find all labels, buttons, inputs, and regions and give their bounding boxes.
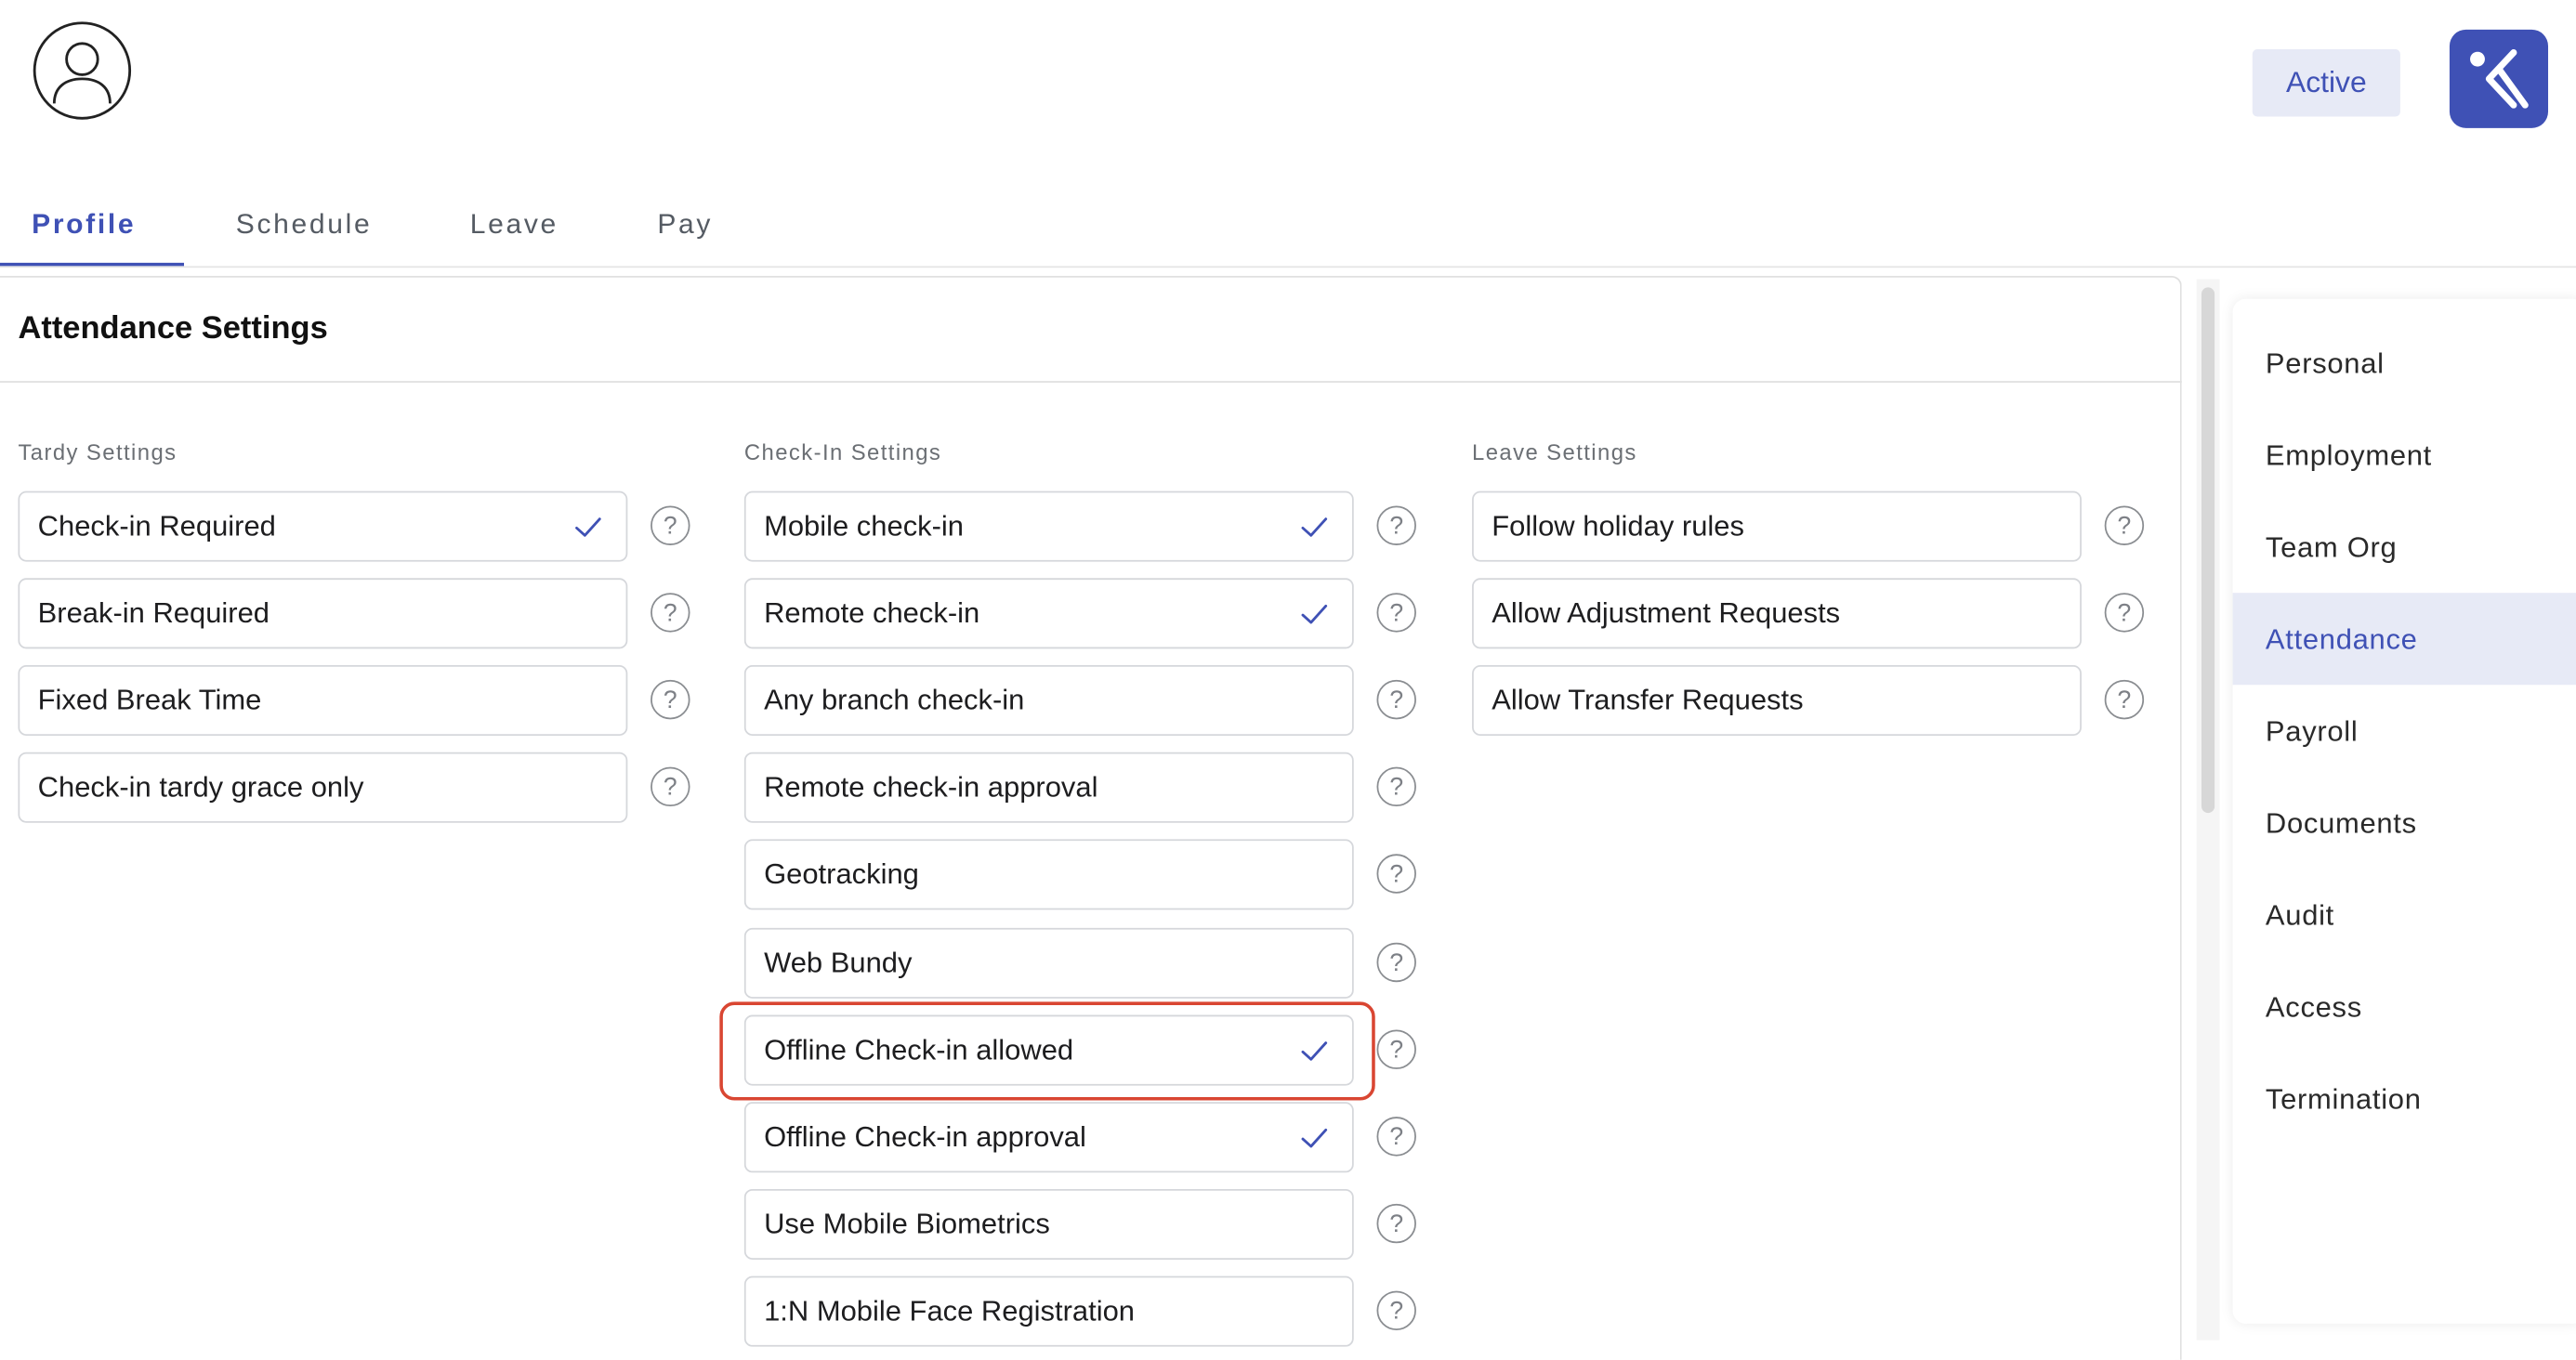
setting-label: Web Bundy <box>764 946 913 979</box>
tardy-setting-field[interactable]: Check-in tardy grace only <box>18 752 628 823</box>
tab-schedule[interactable]: Schedule <box>220 184 388 266</box>
help-icon[interactable]: ? <box>2104 679 2145 720</box>
checkin-settings-title: Check-In Settings <box>743 439 942 465</box>
setting-label: Offline Check-in approval <box>764 1119 1086 1154</box>
checkin-setting-field[interactable]: Offline Check-in approval <box>743 1102 1354 1173</box>
tab-leave[interactable]: Leave <box>453 184 575 266</box>
checkin-setting-field[interactable]: Offline Check-in allowed <box>743 1014 1354 1086</box>
sidebar-item-audit[interactable]: Audit <box>2233 869 2576 961</box>
status-badge: Active <box>2252 49 2400 117</box>
help-icon[interactable]: ? <box>651 505 690 545</box>
leave-settings-title: Leave Settings <box>1472 439 1637 465</box>
help-icon[interactable]: ? <box>1376 1290 1416 1330</box>
checkin-setting-field[interactable]: Remote check-in <box>743 578 1354 649</box>
help-icon[interactable]: ? <box>1376 505 1416 545</box>
sidebar-item-personal[interactable]: Personal <box>2233 317 2576 409</box>
setting-label: Use Mobile Biometrics <box>764 1207 1050 1240</box>
setting-label: Remote check-in <box>764 595 980 630</box>
checkin-setting-field[interactable]: Mobile check-in <box>743 490 1354 562</box>
help-icon[interactable]: ? <box>651 593 690 633</box>
checkin-setting-field[interactable]: Remote check-in approval <box>743 752 1354 823</box>
setting-label: Remote check-in approval <box>764 770 1098 804</box>
help-icon[interactable]: ? <box>1376 854 1416 894</box>
setting-label: Fixed Break Time <box>37 683 262 716</box>
checkin-setting-field[interactable]: Geotracking <box>743 839 1354 910</box>
tabs-divider <box>0 266 2576 268</box>
leave-setting-field[interactable]: Follow holiday rules <box>1472 490 2082 562</box>
tardy-settings-title: Tardy Settings <box>18 439 177 465</box>
user-avatar-icon[interactable] <box>33 21 132 120</box>
help-icon[interactable]: ? <box>1376 1203 1416 1244</box>
help-icon[interactable]: ? <box>1376 679 1416 720</box>
help-icon[interactable]: ? <box>1376 942 1416 983</box>
sidebar-item-termination[interactable]: Termination <box>2233 1053 2576 1144</box>
help-icon[interactable]: ? <box>1376 593 1416 633</box>
help-icon[interactable]: ? <box>651 766 690 807</box>
sidebar-item-employment[interactable]: Employment <box>2233 409 2576 501</box>
setting-label: Allow Adjustment Requests <box>1492 595 1841 630</box>
sidebar-item-access[interactable]: Access <box>2233 961 2576 1053</box>
setting-label: Check-in Required <box>37 509 276 543</box>
leave-setting-field[interactable]: Allow Adjustment Requests <box>1472 578 2082 649</box>
help-icon[interactable]: ? <box>651 679 690 720</box>
card-divider <box>0 381 2182 383</box>
checkmark-icon <box>1296 595 1333 632</box>
checkmark-icon <box>570 508 606 544</box>
leave-setting-field[interactable]: Allow Transfer Requests <box>1472 664 2082 737</box>
help-icon[interactable]: ? <box>1376 766 1416 807</box>
page-title: Attendance Settings <box>18 310 328 347</box>
checkmark-icon <box>1296 508 1333 544</box>
help-icon[interactable]: ? <box>2104 505 2145 545</box>
setting-label: Follow holiday rules <box>1492 509 1744 543</box>
checkmark-icon <box>1296 1119 1333 1156</box>
help-icon[interactable]: ? <box>1376 1117 1416 1157</box>
tab-profile[interactable]: Profile <box>0 184 167 266</box>
page-stage: Active Profile Schedule Leave Pay Attend… <box>0 0 2576 1360</box>
help-icon[interactable]: ? <box>1376 1029 1416 1069</box>
tardy-setting-field[interactable]: Break-in Required <box>18 578 628 649</box>
setting-label: Offline Check-in allowed <box>764 1033 1074 1066</box>
checkin-setting-field[interactable]: Use Mobile Biometrics <box>743 1188 1354 1260</box>
tab-pay[interactable]: Pay <box>644 184 726 266</box>
help-icon[interactable]: ? <box>2104 593 2145 633</box>
setting-label: Check-in tardy grace only <box>37 770 364 804</box>
scrollbar-thumb[interactable] <box>2201 287 2215 814</box>
sidebar-item-documents[interactable]: Documents <box>2233 777 2576 869</box>
setting-label: Mobile check-in <box>764 509 965 543</box>
setting-label: 1:N Mobile Face Registration <box>764 1294 1136 1327</box>
setting-label: Allow Transfer Requests <box>1492 683 1804 716</box>
setting-label: Break-in Required <box>37 595 270 630</box>
setting-label: Geotracking <box>764 857 919 891</box>
sidebar-item-attendance[interactable]: Attendance <box>2232 593 2576 686</box>
tardy-setting-field[interactable]: Fixed Break Time <box>18 664 628 737</box>
checkin-setting-field[interactable]: Web Bundy <box>743 927 1354 999</box>
app-logo-icon <box>2449 29 2549 128</box>
sidebar-item-payroll[interactable]: Payroll <box>2233 685 2576 777</box>
sidebar-item-team-org[interactable]: Team Org <box>2233 501 2576 593</box>
tardy-setting-field[interactable]: Check-in Required <box>18 490 628 562</box>
checkin-setting-field[interactable]: Any branch check-in <box>743 664 1354 737</box>
checkin-setting-field[interactable]: 1:N Mobile Face Registration <box>743 1275 1354 1347</box>
setting-label: Any branch check-in <box>764 683 1025 716</box>
checkmark-icon <box>1296 1032 1333 1068</box>
